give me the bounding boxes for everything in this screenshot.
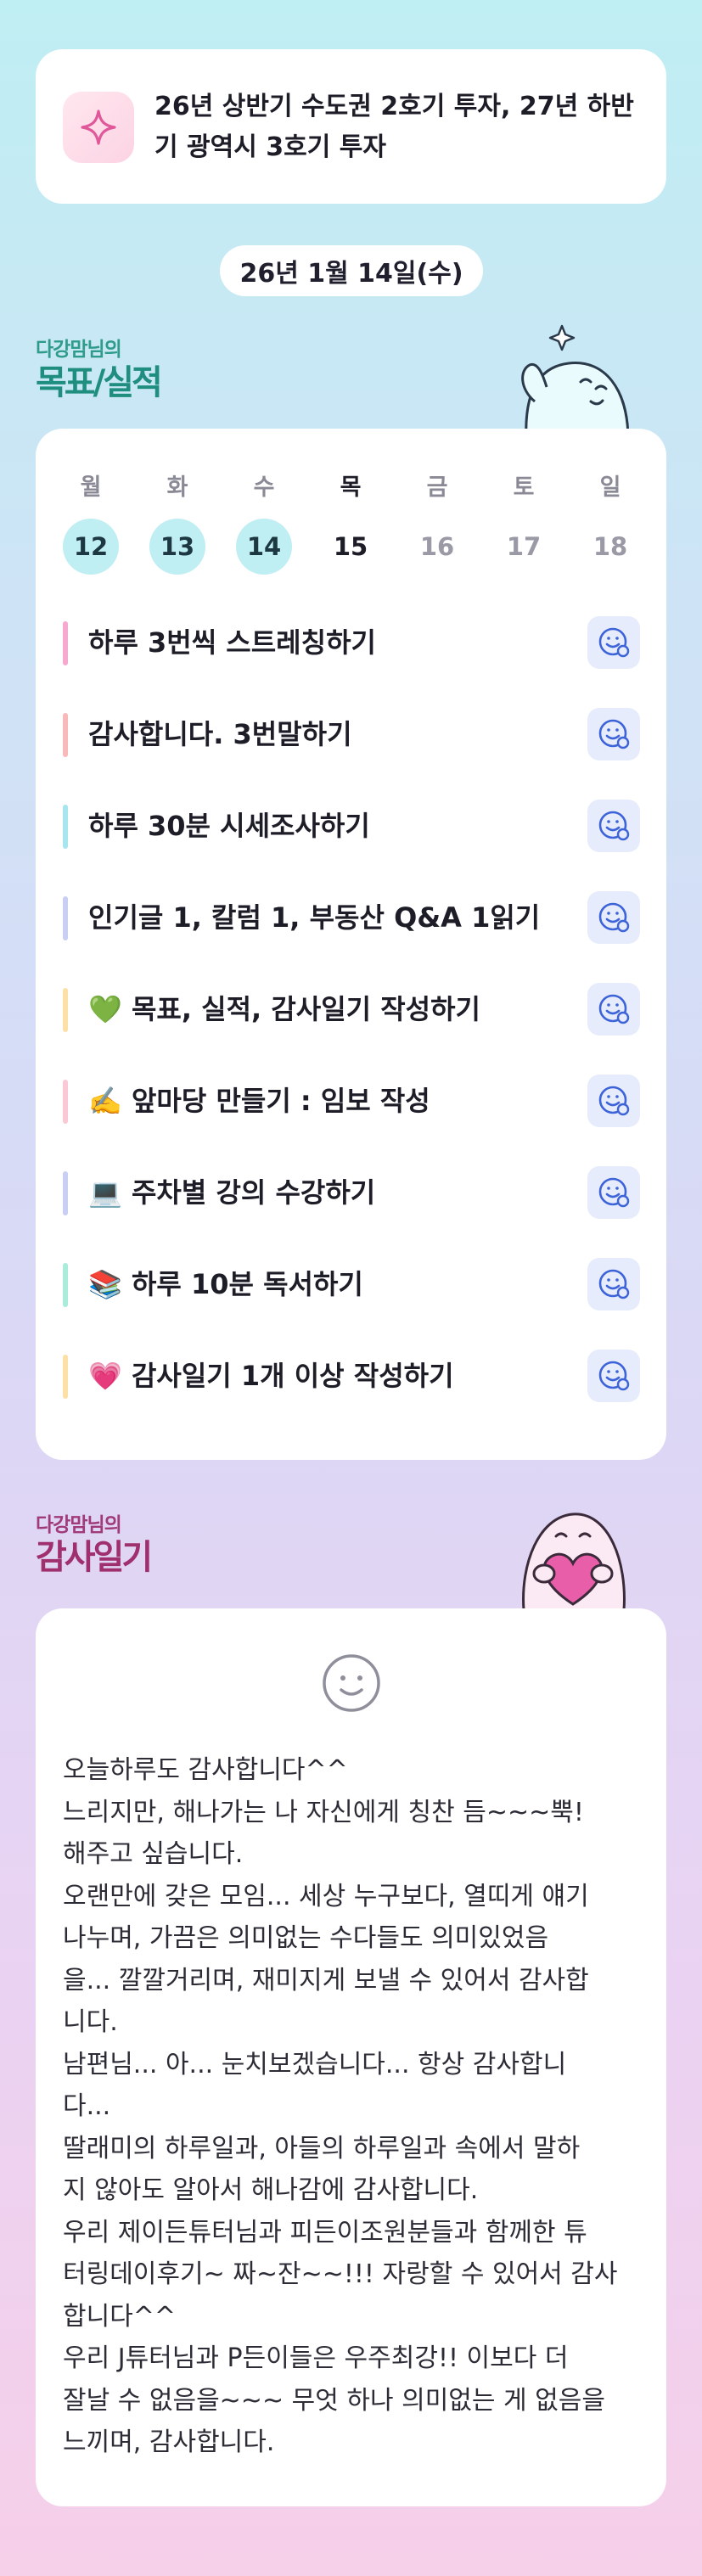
goal-accent-bar (63, 896, 68, 940)
day-number: 14 (236, 519, 292, 575)
diary-line: 오늘하루도 감사합니다^^ (63, 1755, 348, 1785)
diary-line: 을... 깔깔거리며, 재미지게 보낼 수 있어서 감사합 (63, 1965, 589, 1995)
smiley-check-icon[interactable] (587, 983, 640, 1035)
ghost-character-illustration (509, 321, 637, 443)
goal-accent-bar (63, 713, 68, 757)
day-name: 금 (426, 474, 448, 501)
goal-accent-bar (63, 805, 68, 849)
goal-accent-bar (63, 988, 68, 1032)
day-mon[interactable]: 월 12 (63, 471, 119, 575)
goal-card: 26년 상반기 수도권 2호기 투자, 27년 하반기 광역시 3호기 투자 (36, 49, 666, 204)
diary-line: 터링데이후기~ 짜~잔~~!!! 자랑할 수 있어서 감사 (63, 2259, 618, 2289)
day-name: 목 (340, 474, 362, 501)
goal-label: 하루 30분 시세조사하기 (88, 810, 370, 842)
goal-item: 감사합니다. 3번말하기 (63, 708, 640, 760)
smiley-check-icon[interactable] (587, 891, 640, 944)
goal-item: ✍️ 앞마당 만들기 : 임보 작성 (63, 1075, 640, 1127)
goals-section-title: 목표/실적 (36, 363, 163, 402)
diary-line: 지 않아도 알아서 해나감에 감사합니다. (63, 2175, 479, 2205)
date-label: 26년 1월 14일(수) (220, 245, 483, 296)
day-number: 18 (592, 532, 628, 561)
goal-label: 하루 3번씩 스트레칭하기 (88, 626, 376, 659)
diary-line: 해주고 싶습니다. (63, 1839, 244, 1869)
goal-label: 📚 하루 10분 독서하기 (88, 1268, 363, 1300)
day-name: 토 (513, 474, 535, 501)
goal-item: 💗 감사일기 1개 이상 작성하기 (63, 1350, 640, 1402)
diary-line: 딸래미의 하루일과, 아들의 하루일과 속에서 말하 (63, 2133, 581, 2164)
smiley-check-icon[interactable] (587, 1258, 640, 1310)
goal-accent-bar (63, 1080, 68, 1124)
smiley-check-icon[interactable] (587, 708, 640, 760)
day-number: 15 (333, 532, 368, 561)
day-number: 16 (419, 532, 455, 561)
day-sun[interactable]: 일 18 (582, 471, 638, 575)
diary-line: 오랜만에 갖은 모임... 세상 누구보다, 열띠게 얘기 (63, 1881, 589, 1911)
smiley-check-icon[interactable] (587, 616, 640, 669)
goal-label: ✍️ 앞마당 만들기 : 임보 작성 (88, 1085, 430, 1117)
goal-label: 💻 주차별 강의 수강하기 (88, 1176, 376, 1209)
smiley-icon (319, 1651, 384, 1719)
goal-label: 💚 목표, 실적, 감사일기 작성하기 (88, 993, 480, 1025)
day-thu[interactable]: 목 15 (323, 471, 379, 575)
diary-line: 느리지만, 해나가는 나 자신에게 칭찬 듬~~~뿍! (63, 1797, 584, 1827)
day-name: 화 (166, 474, 188, 501)
diary-line: 남편님... 아... 눈치보겠습니다... 항상 감사합니 (63, 2049, 567, 2079)
day-name: 수 (253, 474, 275, 501)
smiley-check-icon[interactable] (587, 1350, 640, 1402)
goal-label: 감사합니다. 3번말하기 (88, 718, 352, 750)
heart-character-illustration (505, 1504, 641, 1614)
diary-line: 우리 J튜터님과 P든이들은 우주최강!! 이보다 더 (63, 2343, 569, 2373)
goal-item: 인기글 1, 칼럼 1, 부동산 Q&A 1읽기 (63, 891, 640, 944)
day-sat[interactable]: 토 17 (496, 471, 552, 575)
goal-label: 💗 감사일기 1개 이상 작성하기 (88, 1360, 454, 1392)
day-number: 13 (149, 519, 205, 575)
goal-item: 💚 목표, 실적, 감사일기 작성하기 (63, 983, 640, 1035)
day-name: 일 (599, 474, 621, 501)
diary-line: 잘날 수 없음을~~~ 무엇 하나 의미없는 게 없음을 (63, 2385, 605, 2416)
diary-text: 오늘하루도 감사합니다^^ 느리지만, 해나가는 나 자신에게 칭찬 듬~~~뿍… (63, 1749, 640, 2464)
day-name: 월 (80, 474, 102, 501)
day-number: 12 (63, 519, 119, 575)
goal-item: 하루 3번씩 스트레칭하기 (63, 616, 640, 669)
sparkle-icon (63, 92, 134, 163)
diary-line: 다... (63, 2091, 111, 2121)
goals-card: 월 12 화 13 수 14 목 15 금 16 토 17 일 18 하루 3번… (36, 429, 666, 1460)
day-number: 17 (506, 532, 542, 561)
goal-accent-bar (63, 621, 68, 665)
goal-label: 인기글 1, 칼럼 1, 부동산 Q&A 1읽기 (88, 901, 541, 934)
goal-item: 하루 30분 시세조사하기 (63, 800, 640, 852)
smiley-check-icon[interactable] (587, 1075, 640, 1127)
day-wed[interactable]: 수 14 (236, 471, 292, 575)
goal-accent-bar (63, 1263, 68, 1307)
diary-line: 나누며, 가끔은 의미없는 수다들도 의미있었음 (63, 1923, 549, 1953)
diary-line: 우리 제이든튜터님과 피든이조원분들과 함께한 튜 (63, 2217, 587, 2248)
day-tue[interactable]: 화 13 (149, 471, 205, 575)
goal-item: 📚 하루 10분 독서하기 (63, 1258, 640, 1310)
goal-text: 26년 상반기 수도권 2호기 투자, 27년 하반기 광역시 3호기 투자 (154, 92, 634, 162)
diary-line: 느끼며, 감사합니다. (63, 2427, 275, 2457)
diary-line: 니다. (63, 2007, 118, 2037)
diary-card: 오늘하루도 감사합니다^^ 느리지만, 해나가는 나 자신에게 칭찬 듬~~~뿍… (36, 1608, 666, 2506)
day-fri[interactable]: 금 16 (409, 471, 465, 575)
diary-section-title: 감사일기 (36, 1538, 153, 1577)
goal-item: 💻 주차별 강의 수강하기 (63, 1166, 640, 1219)
smiley-check-icon[interactable] (587, 800, 640, 852)
goal-accent-bar (63, 1171, 68, 1215)
goal-accent-bar (63, 1355, 68, 1399)
diary-line: 합니다^^ (63, 2301, 177, 2332)
smiley-check-icon[interactable] (587, 1166, 640, 1219)
